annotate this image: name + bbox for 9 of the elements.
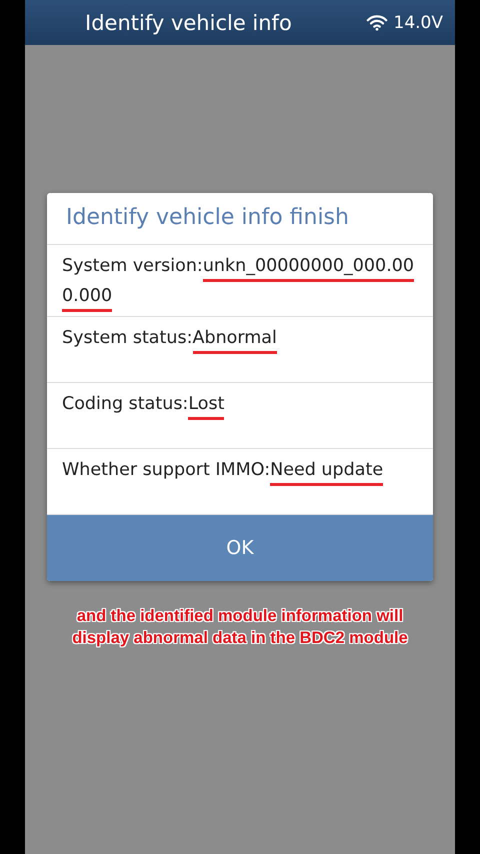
voltage-reading: 14.0V <box>394 12 443 32</box>
screen-title: Identify vehicle info <box>85 10 293 34</box>
dialog-title: Identify vehicle info finish <box>47 193 433 245</box>
info-text: System status:Abnormal <box>62 323 418 353</box>
ok-button[interactable]: OK <box>47 515 433 581</box>
info-text: Whether support IMMO:Need update <box>62 455 418 485</box>
caption-text: and the identified module information will display abnormal data in the BDC2 module <box>71 606 409 649</box>
info-text: Coding status:Lost <box>62 389 418 419</box>
wifi-icon <box>366 14 388 31</box>
